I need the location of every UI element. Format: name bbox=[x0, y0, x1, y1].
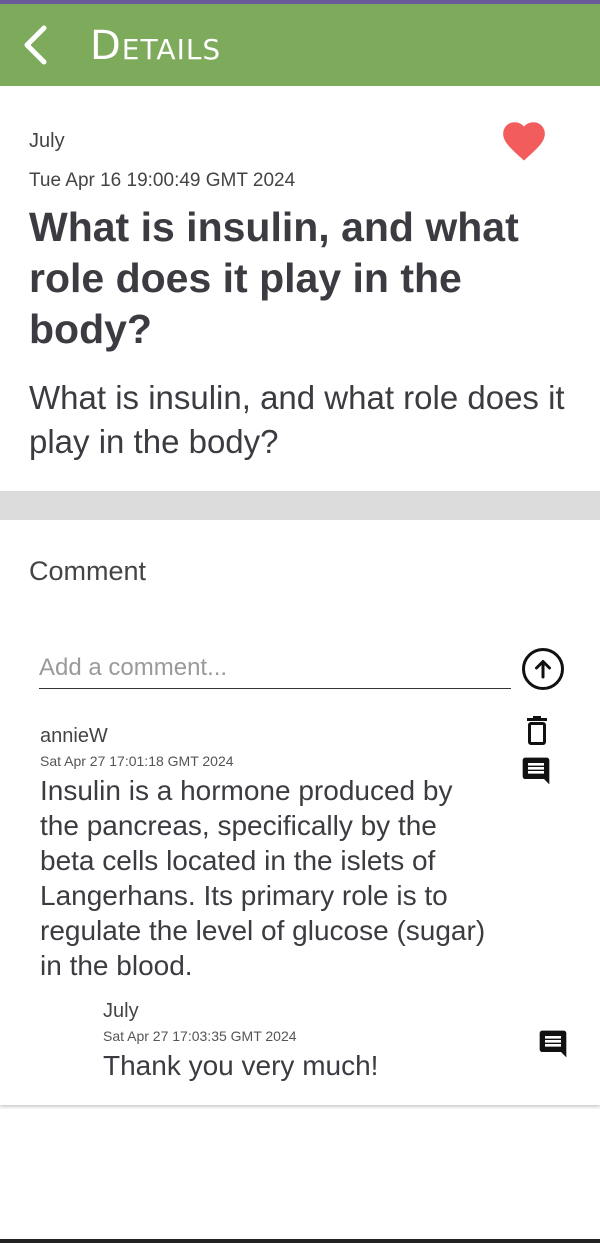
back-button[interactable] bbox=[14, 22, 60, 68]
reply-comment-button[interactable] bbox=[520, 755, 552, 787]
post-card: July Tue Apr 16 19:00:49 GMT 2024 What i… bbox=[0, 86, 600, 491]
post-body: What is insulin, and what role does it p… bbox=[29, 379, 565, 460]
reply-text: Thank you very much! bbox=[103, 1050, 379, 1081]
arrow-up-circle-icon bbox=[522, 648, 564, 690]
reply-author: July bbox=[103, 1000, 139, 1022]
send-comment-button[interactable] bbox=[520, 646, 566, 692]
comment-author: annieW bbox=[40, 725, 108, 747]
comment-icon bbox=[539, 1030, 567, 1058]
chevron-left-icon bbox=[24, 25, 47, 65]
favorite-button[interactable] bbox=[499, 116, 549, 166]
delete-comment-button[interactable] bbox=[523, 716, 551, 746]
reply-to-reply-button[interactable] bbox=[537, 1028, 569, 1060]
trash-icon bbox=[527, 716, 547, 745]
page-title: Details bbox=[90, 23, 222, 69]
reply-date: Sat Apr 27 17:03:35 GMT 2024 bbox=[103, 1028, 297, 1044]
app-bar: Details bbox=[0, 4, 600, 86]
heart-icon bbox=[503, 122, 545, 161]
comment-text: Insulin is a hormone produced by the pan… bbox=[40, 775, 486, 981]
comment-icon bbox=[522, 757, 550, 785]
bottom-edge bbox=[0, 1239, 600, 1243]
comment-input[interactable] bbox=[39, 648, 511, 689]
post-date: Tue Apr 16 19:00:49 GMT 2024 bbox=[29, 170, 296, 191]
comments-section: Comment annieW Sat Apr 27 17:01:18 GMT 2… bbox=[0, 520, 600, 1105]
section-divider bbox=[0, 491, 600, 520]
comment-date: Sat Apr 27 17:01:18 GMT 2024 bbox=[40, 753, 234, 769]
post-title: What is insulin, and what role does it p… bbox=[29, 204, 519, 352]
post-author: July bbox=[29, 130, 65, 152]
comments-heading: Comment bbox=[29, 556, 147, 586]
